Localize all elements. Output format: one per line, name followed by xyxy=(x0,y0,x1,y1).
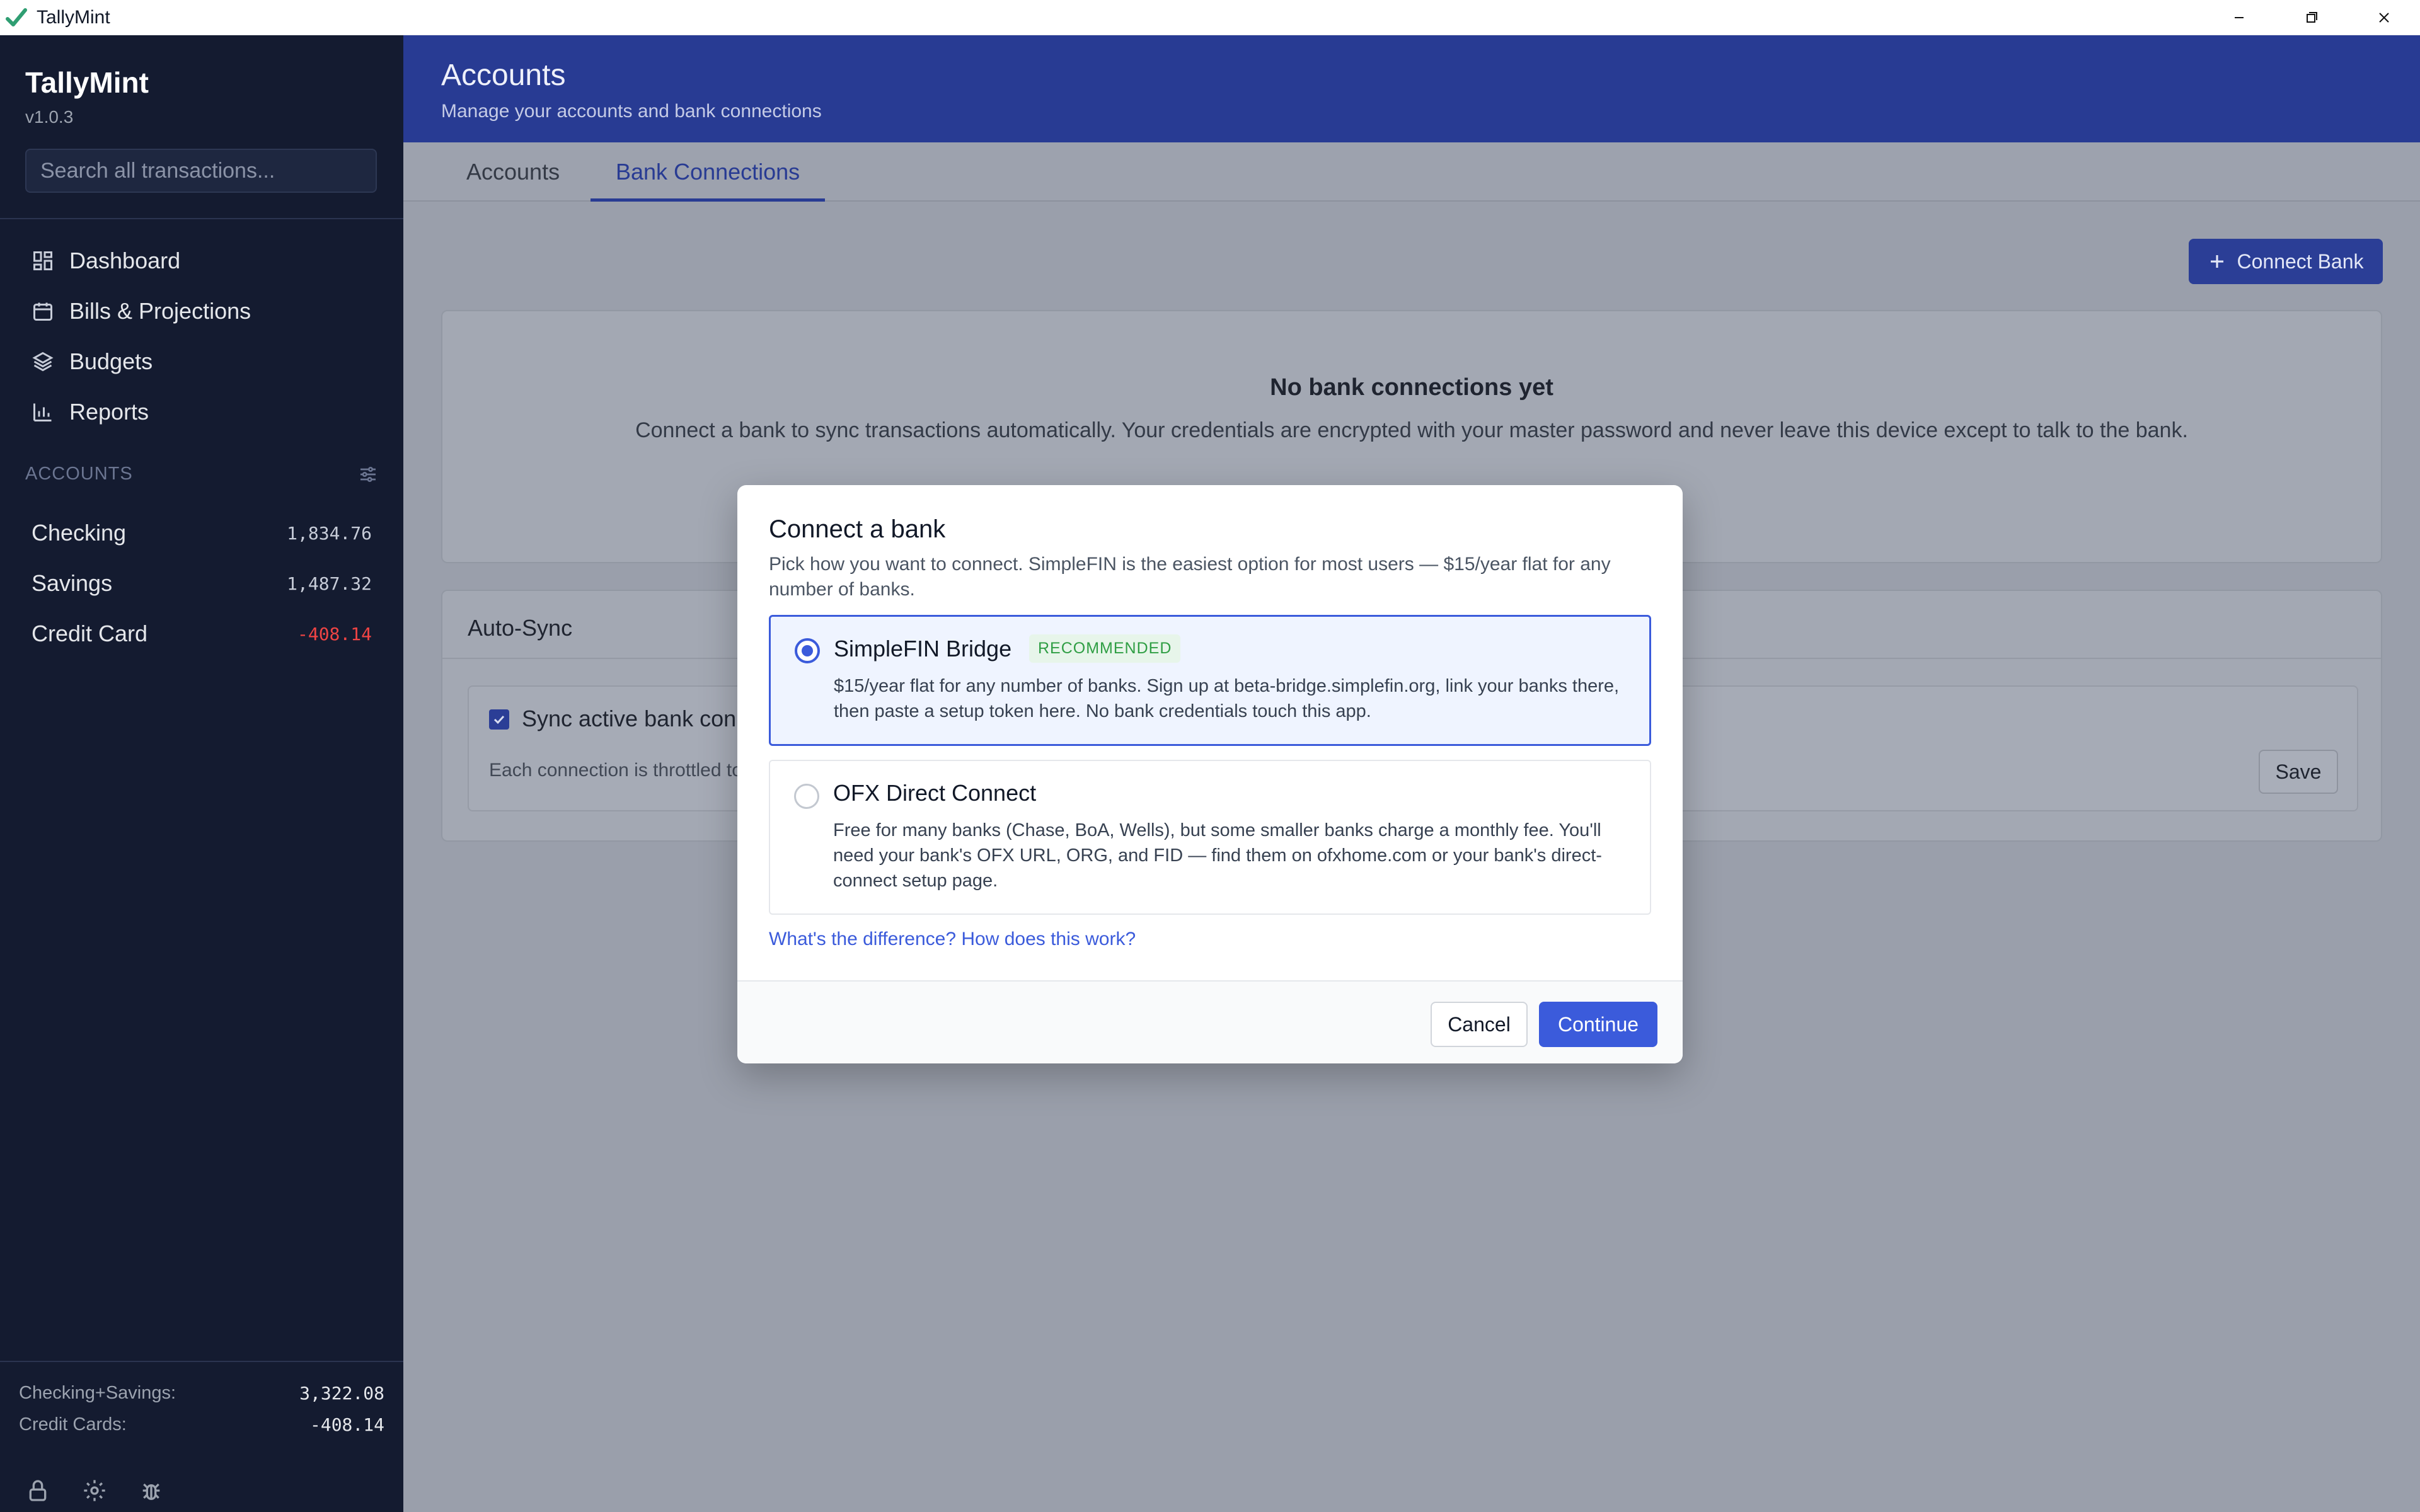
radio-simplefin[interactable] xyxy=(795,638,820,663)
total-value: 3,322.08 xyxy=(299,1382,384,1404)
tab-accounts[interactable]: Accounts xyxy=(441,142,585,202)
dialog-description: Pick how you want to connect. SimpleFIN … xyxy=(769,554,1611,600)
total-value: -408.14 xyxy=(309,1414,384,1435)
app-version: v1.0.3 xyxy=(25,107,74,127)
empty-state-description: Connect a bank to sync transactions auto… xyxy=(635,418,2188,442)
bug-icon[interactable] xyxy=(139,1478,164,1503)
account-balance: 1,487.32 xyxy=(287,573,372,594)
option-description: $15/year flat for any number of banks. S… xyxy=(834,676,1620,721)
sync-checkbox-label: Sync active bank conn xyxy=(522,706,749,731)
sync-checkbox[interactable] xyxy=(489,709,509,730)
dialog-footer: Cancel Continue xyxy=(737,980,1683,1063)
search-input[interactable] xyxy=(25,149,377,193)
recommended-badge: RECOMMENDED xyxy=(1029,634,1181,663)
close-button[interactable] xyxy=(2348,0,2420,35)
save-button[interactable]: Save xyxy=(2259,750,2338,794)
account-name: Savings xyxy=(32,570,113,596)
grid-icon xyxy=(33,251,52,270)
continue-button[interactable]: Continue xyxy=(1539,1002,1657,1047)
page-header: Accounts Manage your accounts and bank c… xyxy=(403,35,2420,142)
accounts-section-header: ACCOUNTS xyxy=(25,464,378,484)
tab-bar: Accounts Bank Connections xyxy=(403,142,2420,202)
nav-label: Dashboard xyxy=(69,248,181,273)
total-label: Credit Cards: xyxy=(19,1414,127,1435)
accounts-section-label: ACCOUNTS xyxy=(25,464,133,484)
sidebar-totals: Checking+Savings: 3,322.08 Credit Cards:… xyxy=(19,1377,384,1440)
lock-icon[interactable] xyxy=(25,1478,50,1503)
sliders-icon[interactable] xyxy=(358,464,378,484)
nav-label: Budgets xyxy=(69,348,153,374)
help-link[interactable]: What's the difference? How does this wor… xyxy=(769,929,1136,950)
total-row: Checking+Savings: 3,322.08 xyxy=(19,1377,384,1409)
option-simplefin[interactable]: SimpleFIN Bridge RECOMMENDED $15/year fl… xyxy=(769,615,1651,746)
nav-label: Bills & Projections xyxy=(69,298,251,324)
account-list: Checking 1,834.76 Savings 1,487.32 Credi… xyxy=(0,508,403,659)
option-title: OFX Direct Connect xyxy=(833,780,1037,806)
calendar-icon xyxy=(33,302,52,321)
tab-bank-connections[interactable]: Bank Connections xyxy=(591,142,826,202)
nav-item-reports[interactable]: Reports xyxy=(0,387,403,437)
connect-bank-dialog: Connect a bank Pick how you want to conn… xyxy=(737,485,1683,1063)
window-titlebar: TallyMint xyxy=(0,0,2420,35)
sidebar: TallyMint v1.0.3 Dashboard Bills & Proje… xyxy=(0,35,403,1512)
window-controls xyxy=(2203,0,2420,35)
nav-item-budgets[interactable]: Budgets xyxy=(0,336,403,387)
brand-name: TallyMint xyxy=(25,66,149,99)
option-description: Free for many banks (Chase, BoA, Wells),… xyxy=(833,820,1602,891)
connect-bank-button[interactable]: Connect Bank xyxy=(2189,239,2383,284)
minimize-button[interactable] xyxy=(2203,0,2275,35)
account-item-savings[interactable]: Savings 1,487.32 xyxy=(0,558,403,609)
account-balance: 1,834.76 xyxy=(287,522,372,544)
account-name: Credit Card xyxy=(32,621,148,646)
nav-label: Reports xyxy=(69,399,149,425)
account-name: Checking xyxy=(32,520,127,546)
page-title: Accounts xyxy=(441,59,566,92)
nav-item-dashboard[interactable]: Dashboard xyxy=(0,236,403,286)
checkmark-icon xyxy=(493,715,505,724)
nav-item-bills[interactable]: Bills & Projections xyxy=(0,286,403,336)
plus-icon xyxy=(2211,255,2224,268)
app-logo-icon xyxy=(6,8,27,26)
window-title: TallyMint xyxy=(37,6,110,28)
dialog-title: Connect a bank xyxy=(769,515,946,543)
sidebar-footer-divider xyxy=(0,1361,403,1362)
account-item-credit-card[interactable]: Credit Card -408.14 xyxy=(0,609,403,659)
account-item-checking[interactable]: Checking 1,834.76 xyxy=(0,508,403,558)
sidebar-divider xyxy=(0,218,403,219)
total-label: Checking+Savings: xyxy=(19,1382,176,1403)
account-balance: -408.14 xyxy=(297,623,372,644)
radio-ofx[interactable] xyxy=(794,784,819,809)
layers-icon xyxy=(32,352,54,372)
total-row: Credit Cards: -408.14 xyxy=(19,1409,384,1440)
bar-chart-icon xyxy=(33,403,52,421)
minimize-icon xyxy=(2234,17,2244,18)
connect-bank-label: Connect Bank xyxy=(2237,249,2364,273)
option-title: SimpleFIN Bridge xyxy=(834,636,1012,662)
option-ofx[interactable]: OFX Direct Connect Free for many banks (… xyxy=(769,760,1651,915)
gear-icon[interactable] xyxy=(82,1478,107,1503)
empty-state-title: No bank connections yet xyxy=(1270,374,1553,401)
page-subtitle: Manage your accounts and bank connection… xyxy=(441,101,822,122)
sidebar-footer-icons xyxy=(25,1478,164,1503)
close-icon xyxy=(2378,13,2389,23)
cancel-button[interactable]: Cancel xyxy=(1431,1002,1528,1047)
sidebar-nav: Dashboard Bills & Projections Budgets Re… xyxy=(0,236,403,437)
restore-icon xyxy=(2306,12,2317,23)
auto-sync-title: Auto-Sync xyxy=(468,615,573,641)
sync-throttle-note: Each connection is throttled to xyxy=(489,760,742,781)
restore-button[interactable] xyxy=(2275,0,2348,35)
